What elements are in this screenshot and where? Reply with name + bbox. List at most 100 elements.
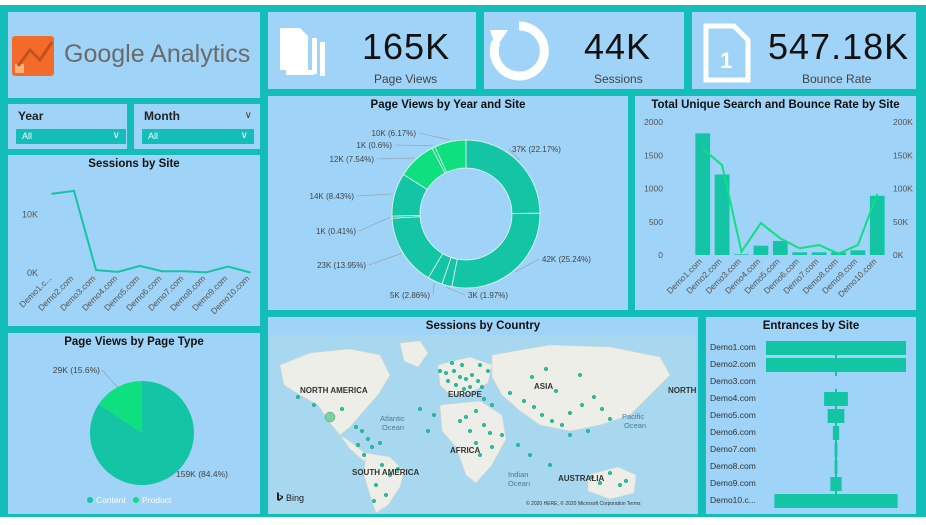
map-marker	[592, 395, 597, 400]
map-marker	[417, 406, 422, 411]
map-marker	[383, 492, 388, 497]
funnel-bar	[766, 341, 906, 355]
map-marker	[554, 389, 559, 394]
map-marker	[353, 424, 358, 429]
data-point	[161, 270, 163, 273]
funnel-category-label: Demo9.com	[710, 478, 756, 488]
map-marker	[324, 411, 336, 423]
y-left-tick-label: 2000	[644, 117, 663, 127]
slice-leader-line	[101, 369, 118, 388]
document-stack-icon	[280, 28, 325, 76]
kpi-page-views: 165K Page Views	[268, 12, 476, 89]
slice-label: 159K (84.4%)	[176, 469, 228, 479]
funnel-category-label: Demo6.com	[710, 427, 756, 437]
map-marker	[377, 440, 382, 445]
chevron-down-icon: ∨	[112, 130, 120, 141]
page-views-type-chart: 159K (84.4%) 29K (15.6%) Content Product	[53, 365, 228, 505]
bar	[734, 254, 749, 255]
map-marker	[580, 402, 585, 407]
funnel-category-label: Demo1.com	[710, 342, 756, 352]
kpi-page-views-value: 165K	[362, 26, 451, 67]
y-left-tick-label: 1000	[644, 184, 663, 194]
map-marker	[467, 428, 472, 433]
map-marker	[469, 373, 474, 378]
map-marker	[608, 470, 613, 475]
bing-icon	[277, 492, 283, 501]
funnel-bar	[824, 392, 848, 406]
map-marker	[457, 418, 462, 423]
map-marker	[485, 369, 490, 374]
funnel-bar	[766, 358, 906, 372]
bar	[772, 241, 788, 255]
month-dropdown[interactable]: All ∨	[142, 129, 254, 144]
map-marker	[528, 452, 533, 457]
sessions-by-site-panel: Sessions by Site 10K 0K Demo1.c... Demo2.co…	[8, 155, 260, 326]
year-dropdown-value: All	[22, 131, 33, 141]
funnel-category-label: Demo7.com	[710, 444, 756, 454]
slice-leader-line	[446, 287, 466, 296]
logo-text: Google Analytics	[64, 40, 251, 68]
map-label: AFRICA	[450, 446, 480, 455]
analytics-logo-icon	[12, 36, 54, 76]
bar	[792, 252, 808, 255]
entrances-by-site-panel: Entrances by Site Demo1.com Demo2.com Demo…	[706, 317, 916, 514]
refresh-icon	[489, 21, 549, 81]
world-map[interactable]: NORTH AMERICA EUROPE ASIA NORTH Atlantic…	[270, 335, 696, 513]
map-label: Ocean	[508, 479, 530, 488]
map-marker	[312, 402, 317, 407]
map-marker	[489, 444, 494, 449]
kpi-bounce-rate-value: 547.18K	[768, 26, 910, 67]
map-marker	[600, 406, 605, 411]
map-marker	[463, 414, 468, 419]
kpi-sessions-value: 44K	[584, 26, 652, 67]
map-marker	[449, 361, 454, 366]
map-marker	[365, 436, 370, 441]
map-marker	[487, 430, 492, 435]
map-label: EUROPE	[448, 390, 482, 399]
y-right-tick-label: 50K	[893, 217, 908, 227]
bar	[695, 133, 711, 255]
map-label: Indian	[508, 470, 528, 479]
slice-label: 5K (2.86%)	[390, 291, 430, 300]
legend-marker	[87, 497, 93, 503]
map-marker	[568, 410, 573, 415]
funnel-bar	[834, 460, 838, 474]
map-marker	[532, 404, 537, 409]
chevron-down-icon[interactable]: ∨	[245, 110, 252, 121]
year-slicer: Year All ∨	[8, 104, 127, 149]
map-marker	[544, 367, 549, 372]
funnel-category-label: Demo2.com	[710, 359, 756, 369]
funnel-category-label: Demo5.com	[710, 410, 756, 420]
map-marker	[515, 442, 520, 447]
data-point	[51, 193, 53, 195]
funnel-bar	[834, 443, 838, 457]
map-label: Atlantic	[380, 414, 405, 423]
slice-label: 12K (7.54%)	[330, 155, 375, 164]
slice-leader-line	[358, 216, 391, 232]
y-left-tick-label: 1500	[644, 150, 663, 160]
map-marker	[489, 402, 494, 407]
map-label: NORTH	[668, 386, 696, 395]
map-marker	[463, 377, 468, 382]
slice-label: 3K (1.97%)	[468, 291, 508, 300]
page-one-icon: 1	[703, 23, 751, 83]
slice-leader-line	[376, 157, 415, 160]
funnel-bar	[832, 426, 840, 440]
map-marker	[548, 462, 553, 467]
map-marker	[296, 395, 301, 400]
slice-label: 1K (0.6%)	[356, 141, 392, 150]
map-marker	[568, 432, 573, 437]
map-label: Pacific	[622, 412, 644, 421]
unique-search-bounce-panel: Total Unique Search and Bounce Rate by S…	[635, 96, 916, 310]
data-point	[227, 265, 229, 268]
entrances-by-site-chart: Demo1.com Demo2.com Demo3.com Demo4.com Demo…	[710, 341, 906, 508]
top-strip	[0, 0, 926, 5]
slice-leader-line	[432, 282, 435, 296]
map-marker	[371, 498, 376, 503]
data-point	[73, 190, 75, 192]
svg-text:1: 1	[720, 48, 732, 73]
slice-leader-line	[394, 144, 433, 147]
month-slicer: Month ∨ All ∨	[134, 104, 260, 149]
map-marker	[477, 363, 482, 368]
year-dropdown[interactable]: All ∨	[16, 129, 126, 144]
